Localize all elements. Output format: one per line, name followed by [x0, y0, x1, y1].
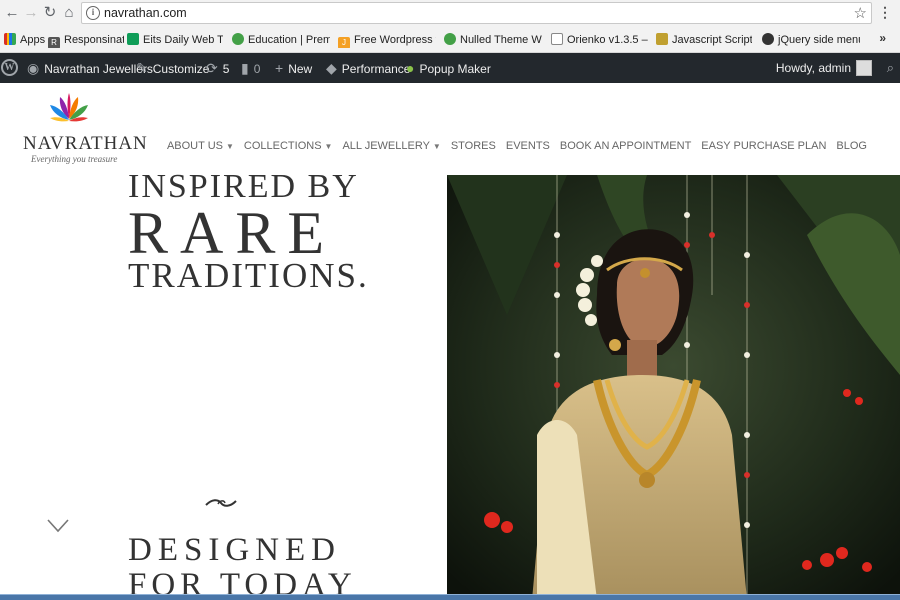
reload-icon[interactable]: ↻ — [41, 4, 59, 22]
bookmark-responsinator[interactable]: RResponsinator — [48, 32, 124, 48]
bookmarks-bar: Apps RResponsinator Eits Daily Web Team … — [0, 27, 900, 53]
comment-bubble-icon: ▮ — [241, 60, 249, 76]
j-icon: J — [338, 37, 350, 48]
bookmark-apps[interactable]: Apps — [4, 32, 46, 48]
bookmark-orienko[interactable]: Orienko v1.3.5 – Woo — [551, 32, 649, 48]
more-bookmarks-icon[interactable]: » — [879, 31, 886, 45]
leaf-icon — [444, 33, 456, 45]
bookmark-nulled-theme[interactable]: Nulled Theme Wordp — [444, 32, 542, 48]
page-icon — [551, 33, 563, 45]
url-text[interactable]: navrathan.com — [104, 6, 187, 20]
bookmark-eits[interactable]: Eits Daily Web Team — [127, 32, 223, 48]
logo-tagline: Everything you treasure — [31, 154, 118, 164]
performance-icon: ◆ — [326, 60, 337, 76]
back-arrow-icon[interactable]: ← — [3, 4, 21, 22]
nav-all-jewellery[interactable]: ALL JEWELLERY ▼ — [337, 140, 445, 152]
wordpress-logo-icon[interactable]: W — [1, 59, 18, 76]
jquery-icon — [762, 33, 774, 45]
bookmark-javascript-scripts[interactable]: Javascript Scripts, Fre — [656, 32, 752, 48]
os-taskbar — [0, 594, 900, 600]
updates-icon: ⟳ — [206, 60, 218, 76]
popup-maker-icon: ● — [406, 60, 415, 76]
site-header: NAVRATHAN Everything you treasure ABOUT … — [0, 83, 900, 175]
admin-account[interactable]: Howdy, admin — [776, 53, 872, 83]
caret-down-icon: ▼ — [324, 142, 333, 151]
forward-arrow-icon[interactable]: → — [22, 4, 40, 22]
bookmark-jquery-side-menu[interactable]: jQuery side menu Plu — [762, 32, 860, 48]
scroll-down-chevron-icon[interactable] — [46, 518, 70, 534]
main-navigation: ABOUT US ▼ COLLECTIONS ▼ ALL JEWELLERY ▼ ST… — [162, 140, 872, 152]
nav-book-appointment[interactable]: BOOK AN APPOINTMENT — [555, 140, 696, 152]
browser-menu-icon[interactable]: ⋮ — [878, 4, 892, 21]
admin-popup-maker[interactable]: ● Popup Maker — [406, 53, 491, 83]
paintbrush-icon: ✎ — [136, 60, 148, 76]
ornament-divider-icon — [205, 499, 237, 507]
bookmark-education[interactable]: Education | Premium — [232, 32, 330, 48]
dashboard-icon: ◉ — [27, 60, 40, 76]
admin-performance[interactable]: ◆ Performance — [326, 53, 410, 83]
admin-site-name[interactable]: ◉ Navrathan Jewellers — [27, 53, 153, 83]
nav-stores[interactable]: STORES — [446, 140, 501, 152]
nav-easy-purchase-plan[interactable]: EASY PURCHASE PLAN — [696, 140, 831, 152]
nav-events[interactable]: EVENTS — [501, 140, 555, 152]
apps-grid-icon — [4, 33, 16, 45]
bookmark-star-icon[interactable]: ☆ — [854, 4, 867, 22]
bookmark-free-wordpress[interactable]: JFree Wordpress them — [338, 32, 436, 48]
nav-blog[interactable]: BLOG — [831, 140, 872, 152]
hero-photo-bride — [447, 175, 900, 600]
admin-updates[interactable]: ⟳ 5 — [206, 53, 229, 83]
logo-name[interactable]: NAVRATHAN — [23, 133, 148, 155]
browser-toolbar: ← → ↻ ⌂ i navrathan.com ☆ ⋮ — [0, 0, 900, 27]
js-icon — [656, 33, 668, 45]
responsinator-icon: R — [48, 37, 60, 48]
admin-comments[interactable]: ▮ 0 — [241, 53, 260, 83]
nav-about-us[interactable]: ABOUT US ▼ — [162, 140, 239, 152]
sheets-icon — [127, 33, 139, 45]
caret-down-icon: ▼ — [432, 142, 441, 151]
address-bar[interactable]: i navrathan.com ☆ — [81, 2, 872, 24]
avatar — [856, 60, 872, 76]
admin-new[interactable]: + New — [275, 53, 312, 83]
plus-icon: + — [275, 60, 284, 76]
leaf-icon — [232, 33, 244, 45]
admin-customize[interactable]: ✎ Customize — [136, 53, 209, 83]
hero-line-traditions: TRADITIONS. — [128, 256, 369, 295]
wp-admin-bar: W ◉ Navrathan Jewellers ✎ Customize ⟳ 5 ▮ 0 … — [0, 53, 900, 83]
caret-down-icon: ▼ — [225, 142, 234, 151]
nav-collections[interactable]: COLLECTIONS ▼ — [239, 140, 338, 152]
search-icon[interactable]: ⌕ — [887, 53, 894, 83]
hero-line-designed: DESIGNED — [128, 532, 341, 568]
bride-illustration — [447, 175, 900, 600]
home-icon[interactable]: ⌂ — [60, 4, 78, 22]
lotus-logo-icon[interactable] — [48, 91, 90, 125]
info-icon[interactable]: i — [86, 6, 100, 20]
